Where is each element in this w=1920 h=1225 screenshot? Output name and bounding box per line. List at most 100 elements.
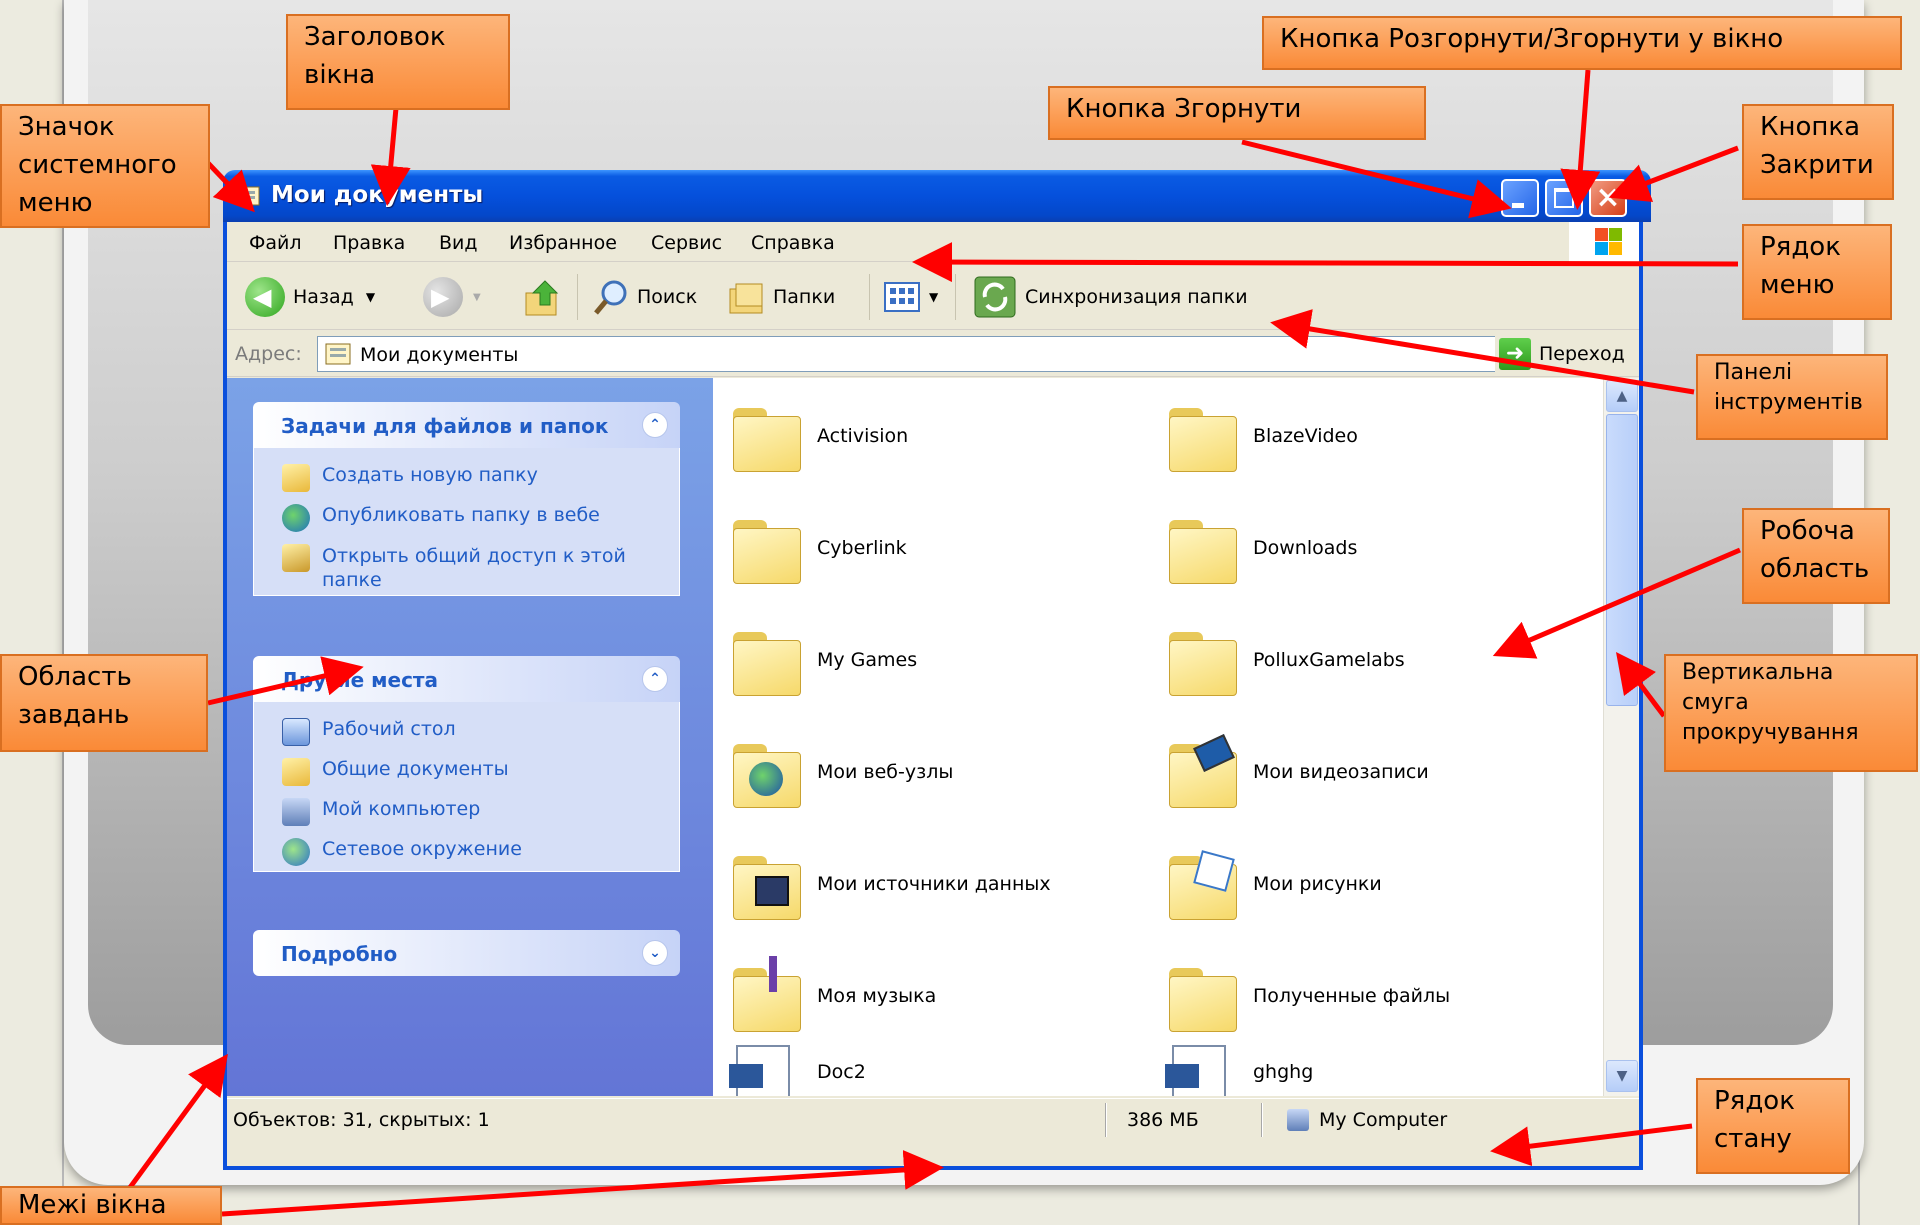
document-icon	[725, 1032, 805, 1096]
menu-help[interactable]: Справка	[751, 232, 835, 254]
other-places-header[interactable]: Другие места ⌃	[253, 656, 680, 702]
menu-file[interactable]: Файл	[249, 232, 302, 254]
scroll-down-icon[interactable]: ▼	[1606, 1060, 1638, 1092]
address-label: Адрес:	[235, 343, 302, 365]
folder-item[interactable]: Activision	[725, 396, 908, 476]
place-network-label: Сетевое окружение	[322, 838, 522, 860]
menu-favorites[interactable]: Избранное	[509, 232, 617, 254]
place-network[interactable]: Сетевое окружение	[282, 838, 522, 866]
maximize-button[interactable]	[1545, 179, 1583, 217]
details-header[interactable]: Подробно ⌄	[253, 930, 680, 976]
vertical-scrollbar[interactable]: ▲ ▼	[1603, 378, 1639, 1096]
scroll-up-icon[interactable]: ▲	[1606, 380, 1638, 412]
callout-menubar: Рядок меню	[1742, 224, 1892, 320]
close-icon: ×	[1595, 180, 1621, 215]
callout-close: Кнопка Закрити	[1742, 104, 1894, 200]
folder-item[interactable]: Мои видеозаписи	[1161, 732, 1429, 812]
go-label: Переход	[1539, 343, 1625, 365]
folder-item-label: Полученные файлы	[1253, 985, 1451, 1007]
menu-bar: Файл Правка Вид Избранное Сервис Справка	[227, 222, 1639, 262]
search-button[interactable]: Поиск	[591, 276, 697, 318]
folder-icon	[725, 844, 805, 924]
sync-folder-button[interactable]: Синхронизация папки	[973, 276, 1248, 318]
views-dropdown-icon[interactable]: ▼	[929, 290, 938, 304]
folder-item-label: Doc2	[817, 1061, 866, 1083]
folder-item-label: Downloads	[1253, 537, 1358, 559]
task-publish-web[interactable]: Опубликовать папку в вебе	[282, 504, 600, 532]
folder-item[interactable]: Полученные файлы	[1161, 956, 1450, 1036]
status-divider	[1105, 1103, 1107, 1137]
up-folder-icon	[525, 280, 559, 316]
network-icon	[282, 838, 310, 866]
folder-icon	[725, 956, 805, 1036]
system-menu-icon[interactable]	[235, 183, 263, 207]
place-desktop[interactable]: Рабочий стол	[282, 718, 456, 746]
task-publish-web-label: Опубликовать папку в вебе	[322, 504, 600, 526]
callout-title: Заголовок вікна	[286, 14, 510, 110]
expand-icon[interactable]: ⌄	[642, 940, 668, 966]
close-button[interactable]: ×	[1589, 179, 1627, 217]
windows-logo-icon	[1569, 222, 1639, 262]
folder-item[interactable]: Моя музыка	[725, 956, 936, 1036]
place-my-computer[interactable]: Мой компьютер	[282, 798, 480, 826]
go-button[interactable]: ➜ Переход	[1495, 336, 1625, 372]
my-computer-icon	[282, 798, 310, 826]
other-places-panel: Рабочий стол Общие документы Мой компьют…	[253, 702, 680, 872]
folder-item[interactable]: Мои источники данных	[725, 844, 1051, 924]
back-dropdown-icon[interactable]: ▼	[366, 290, 375, 304]
folder-item[interactable]: PolluxGamelabs	[1161, 620, 1405, 700]
folders-button[interactable]: Папки	[727, 276, 835, 318]
scroll-thumb[interactable]	[1606, 414, 1638, 706]
folder-item[interactable]: Cyberlink	[725, 508, 907, 588]
views-button[interactable]: ▼	[883, 276, 938, 318]
menu-view[interactable]: Вид	[439, 232, 478, 254]
callout-borders: Межі вікна	[0, 1186, 222, 1225]
folder-item[interactable]: Мои веб-узлы	[725, 732, 953, 812]
callout-maximize: Кнопка Розгорнути/Згорнути у вікно	[1262, 16, 1902, 70]
folder-item[interactable]: Doc2	[725, 1032, 866, 1096]
file-tasks-header[interactable]: Задачи для файлов и папок ⌃	[253, 402, 680, 448]
minimize-button[interactable]	[1501, 179, 1539, 217]
place-shared-docs[interactable]: Общие документы	[282, 758, 509, 786]
folder-icon	[1161, 396, 1241, 476]
file-tasks-title: Задачи для файлов и папок	[281, 414, 609, 438]
folder-item-label: My Games	[817, 649, 918, 671]
status-size: 386 МБ	[1127, 1109, 1199, 1131]
folder-item[interactable]: ghghg	[1161, 1032, 1313, 1096]
task-new-folder[interactable]: Создать новую папку	[282, 464, 538, 492]
title-bar[interactable]: Мои документы ×	[223, 170, 1651, 222]
menu-tools[interactable]: Сервис	[651, 232, 722, 254]
explorer-window: Мои документы × Файл Правка Вид Избранно…	[223, 170, 1651, 1170]
place-shared-docs-label: Общие документы	[322, 758, 509, 780]
folder-item-label: PolluxGamelabs	[1253, 649, 1405, 671]
callout-scrollbar: Вертикальна смуга прокручування	[1664, 654, 1918, 772]
folder-icon	[1161, 956, 1241, 1036]
folder-item[interactable]: My Games	[725, 620, 917, 700]
collapse-icon[interactable]: ⌃	[642, 412, 668, 438]
back-button[interactable]: ◀ Назад ▼	[245, 276, 375, 318]
folder-icon	[1161, 620, 1241, 700]
folder-item-label: Мои рисунки	[1253, 873, 1382, 895]
folder-item[interactable]: Мои рисунки	[1161, 844, 1382, 924]
toolbar-separator	[577, 274, 578, 320]
address-value: Мои документы	[360, 344, 519, 366]
search-icon	[594, 280, 627, 315]
callout-toolbars: Панелі інструментів	[1696, 354, 1888, 440]
status-location: My Computer	[1287, 1109, 1447, 1131]
menu-edit[interactable]: Правка	[333, 232, 405, 254]
collapse-icon[interactable]: ⌃	[642, 666, 668, 692]
folder-item-label: Мои источники данных	[817, 873, 1051, 895]
maximize-icon	[1554, 188, 1574, 208]
task-share-folder[interactable]: Открыть общий доступ к этой папке	[282, 544, 642, 592]
up-folder-button[interactable]	[523, 276, 563, 318]
work-area: Activision BlazeVideo Cyberlink Downloads My…	[713, 378, 1603, 1096]
folder-item[interactable]: Downloads	[1161, 508, 1357, 588]
address-input[interactable]: Мои документы ▼	[317, 336, 1535, 372]
minimize-icon	[1512, 203, 1524, 208]
shared-docs-icon	[282, 758, 310, 786]
forward-button[interactable]: ▶ ▼	[423, 276, 481, 318]
other-places-title: Другие места	[281, 668, 439, 692]
folder-item[interactable]: BlazeVideo	[1161, 396, 1358, 476]
desktop-icon	[282, 718, 310, 746]
computer-icon	[1287, 1109, 1309, 1131]
